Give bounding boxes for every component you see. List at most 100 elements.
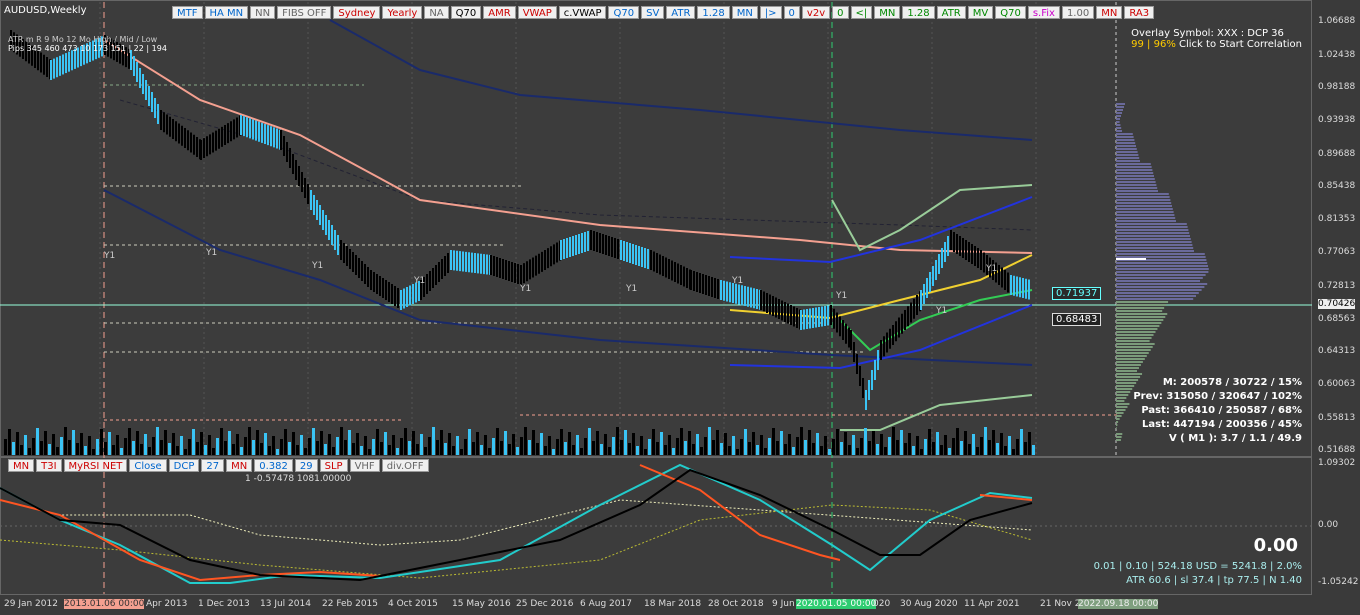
time-tick: 2013.01.06 00:00 [64, 599, 145, 609]
candle [1010, 275, 1012, 295]
volume-bar [556, 439, 559, 455]
toolbar-button-6[interactable]: NA [424, 6, 449, 19]
volume-bar [112, 445, 115, 455]
toolbar-button-11[interactable]: Q70 [608, 6, 640, 19]
profile-bar [1116, 160, 1140, 162]
candle [184, 128, 186, 148]
toolbar-button-5[interactable]: Yearly [382, 6, 423, 19]
osc-button-1[interactable]: T3I [36, 459, 62, 472]
profile-bar [1116, 292, 1199, 294]
volume-bar [288, 442, 291, 455]
volume-bar [96, 439, 99, 455]
candle [331, 225, 333, 245]
toolbar-button-28[interactable]: MN [1096, 6, 1123, 19]
candle [605, 235, 607, 255]
toolbar-button-26[interactable]: s.Fix [1027, 6, 1060, 19]
toolbar-button-25[interactable]: Q70 [995, 6, 1026, 19]
toolbar-button-4[interactable]: Sydney [333, 6, 381, 19]
toolbar-button-24[interactable]: MV [967, 6, 994, 19]
volume-bar [840, 442, 843, 455]
toolbar-button-22[interactable]: 1.28 [902, 6, 935, 19]
profile-bar [1116, 325, 1160, 327]
osc-button-4[interactable]: DCP [168, 459, 200, 472]
candle [853, 342, 855, 362]
osc-button-11[interactable]: div.OFF [381, 459, 429, 472]
profile-bar [1116, 307, 1165, 309]
candle [203, 138, 205, 159]
candle [145, 80, 147, 100]
toolbar-button-2[interactable]: NN [250, 6, 276, 19]
price-axis[interactable]: 1.06688 1.02438 0.98188 0.93938 0.89688 0.854… [1312, 0, 1360, 595]
toolbar-button-21[interactable]: MN [874, 6, 901, 19]
volume-bar [232, 444, 235, 455]
candle [181, 125, 183, 146]
toolbar-button-15[interactable]: MN [731, 6, 758, 19]
toolbar-button-29[interactable]: RA3 [1124, 6, 1155, 19]
toolbar-button-27[interactable]: 1.00 [1061, 6, 1095, 19]
candle [848, 327, 850, 348]
correlation-link[interactable]: Click to Start Correlation [1176, 39, 1302, 50]
volume-bar [520, 437, 523, 455]
candle [367, 267, 369, 287]
candle [699, 273, 701, 293]
candle [322, 210, 324, 230]
candle [230, 121, 232, 142]
toolbar-button-10[interactable]: c.VWAP [558, 6, 607, 19]
profile-bar [1116, 283, 1208, 285]
y1-label: Y1 [205, 248, 217, 258]
toolbar-button-19[interactable]: 0 [832, 6, 849, 19]
volume-bar [616, 427, 619, 455]
candle [1016, 276, 1018, 297]
toolbar-button-0[interactable]: MTF [172, 6, 203, 19]
volume-bar [260, 443, 263, 455]
volume-bar [376, 429, 379, 455]
osc-button-7[interactable]: 0.382 [254, 459, 293, 472]
volume-bar [220, 428, 223, 455]
osc-button-6[interactable]: MN [226, 459, 253, 472]
toolbar-button-1[interactable]: HA MN [204, 6, 249, 19]
volume-bar [132, 441, 135, 455]
volume-bar [824, 436, 827, 455]
candle [130, 50, 132, 70]
volume-bar [456, 436, 459, 455]
osc-button-0[interactable]: MN [8, 459, 35, 472]
volume-bar [360, 446, 363, 455]
osc-button-10[interactable]: VHF [349, 459, 380, 472]
volume-bar [516, 447, 519, 455]
toolbar-button-7[interactable]: Q70 [450, 6, 482, 19]
osc-button-9[interactable]: SLP [319, 459, 348, 472]
volume-bar [592, 441, 595, 455]
profile-bar [1116, 418, 1120, 420]
osc-button-2[interactable]: MyRSI NET [63, 459, 128, 472]
toolbar-button-9[interactable]: VWAP [517, 6, 557, 19]
osc-button-5[interactable]: 27 [201, 459, 225, 472]
candle [910, 302, 912, 323]
time-axis[interactable]: 29 Jan 2012 2013.01.06 00:00 Apr 2013 1 Dec… [0, 595, 1360, 615]
candle [267, 125, 269, 146]
candle [599, 233, 601, 253]
toolbar-button-18[interactable]: v2v [801, 6, 831, 19]
volume-bar [560, 429, 563, 455]
candle [535, 255, 537, 276]
candle [738, 284, 740, 305]
volume-bar [744, 429, 747, 455]
toolbar-button-16[interactable]: |> [759, 6, 782, 19]
toolbar-button-8[interactable]: AMR [483, 6, 516, 19]
toolbar-button-20[interactable]: <| [850, 6, 873, 19]
candle [833, 308, 835, 329]
toolbar-button-12[interactable]: SV [641, 6, 665, 19]
candle [665, 257, 667, 278]
volume-bar [836, 429, 839, 455]
toolbar-button-17[interactable]: 0 [783, 6, 800, 19]
toolbar-button-14[interactable]: 1.28 [697, 6, 730, 19]
volume-bar [68, 440, 71, 455]
toolbar-button-13[interactable]: ATR [666, 6, 696, 19]
profile-bar [1116, 409, 1126, 411]
toolbar-button-3[interactable]: FIBS OFF [277, 6, 332, 19]
osc-button-3[interactable]: Close [129, 459, 167, 472]
osc-button-8[interactable]: 29 [294, 459, 318, 472]
candle [53, 58, 55, 79]
profile-bar [1116, 313, 1168, 315]
candle [270, 126, 272, 147]
toolbar-button-23[interactable]: ATR [936, 6, 966, 19]
